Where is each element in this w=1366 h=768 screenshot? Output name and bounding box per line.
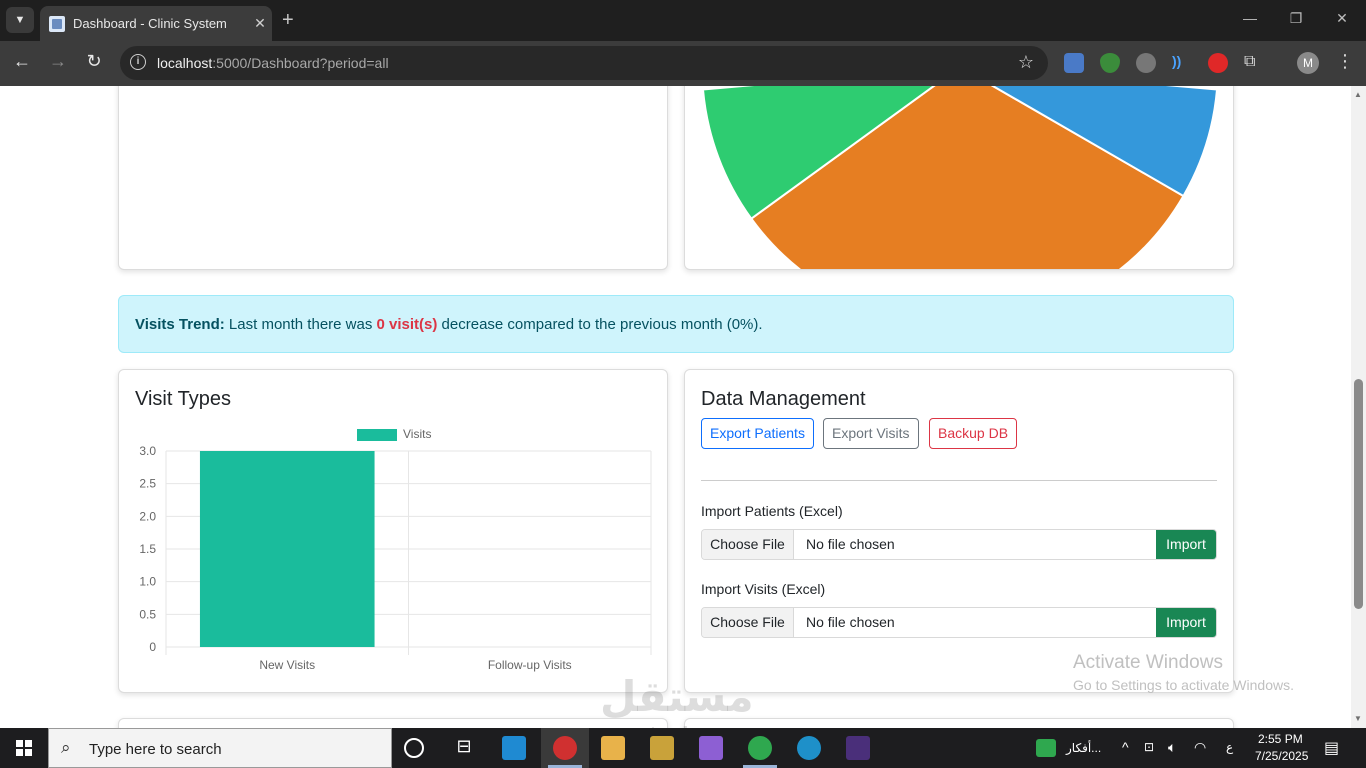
network-tray-icon[interactable]: ⊡	[1144, 740, 1154, 754]
site-info-icon[interactable]: i	[130, 54, 146, 70]
taskbar-search[interactable]: ⌕ Type here to search	[48, 728, 392, 768]
page-content: Visits Trend: Last month there was 0 vis…	[0, 86, 1351, 728]
profile-avatar[interactable]: M	[1297, 52, 1319, 74]
extensions-puzzle-icon[interactable]: ⧉	[1244, 53, 1264, 73]
windows-start-icon[interactable]	[16, 740, 32, 756]
vscode-icon[interactable]	[502, 736, 526, 760]
restore-icon[interactable]: ❐	[1286, 10, 1306, 27]
x-tick-label: Follow-up Visits	[488, 658, 572, 672]
search-icon: ⌕	[61, 738, 71, 757]
choose-file-button[interactable]: Choose File	[702, 530, 794, 559]
tray-app-label[interactable]: أفكار...	[1066, 741, 1101, 755]
y-tick-label: 1.5	[139, 542, 156, 556]
import-patients-label: Import Patients (Excel)	[701, 503, 843, 519]
mostaql-logo-watermark: مستقل	[600, 673, 754, 720]
url-text[interactable]: localhost:5000/Dashboard?period=all	[157, 55, 389, 71]
windows-taskbar: ⌕ Type here to search ⊟ أفكار... ^ ⊡ 🔈︎ …	[0, 728, 1366, 768]
bookmark-star-icon[interactable]: ☆	[1018, 52, 1034, 73]
reload-icon[interactable]: ↻	[81, 51, 107, 72]
import-patients-file-input[interactable]: Choose File No file chosen Import	[701, 529, 1217, 560]
tab-search-menu-button[interactable]: ▼	[6, 7, 34, 33]
export-patients-button[interactable]: Export Patients	[701, 418, 814, 449]
bottom-left-card	[118, 718, 668, 728]
scroll-up-icon[interactable]: ▲	[1354, 90, 1362, 99]
file-explorer-icon[interactable]	[601, 736, 625, 760]
forward-icon[interactable]: →	[45, 51, 71, 72]
backup-db-button[interactable]: Backup DB	[929, 418, 1018, 449]
taskbar-search-placeholder: Type here to search	[89, 741, 222, 758]
terminal-icon[interactable]	[846, 736, 870, 760]
browser-toolbar: ← → ↻ i localhost:5000/Dashboard?period=…	[0, 41, 1366, 86]
y-tick-label: 2.0	[139, 509, 156, 523]
browser-tab-strip: ▼ Dashboard - Clinic System ✕ + — ❐ ✕	[0, 0, 1366, 41]
legend-label[interactable]: Visits	[403, 427, 431, 441]
alert-text-after: decrease compared to the previous month …	[437, 316, 763, 333]
file-status-text: No file chosen	[806, 614, 895, 630]
import-visits-file-input[interactable]: Choose File No file chosen Import	[701, 607, 1217, 638]
clock-time[interactable]: 2:55 PM	[1258, 732, 1303, 746]
visits-trend-alert: Visits Trend: Last month there was 0 vis…	[118, 295, 1234, 353]
data-management-card: Data Management Export Patients Export V…	[684, 369, 1234, 693]
app-icon[interactable]	[650, 736, 674, 760]
import-visits-button[interactable]: Import	[1156, 608, 1216, 637]
scroll-thumb[interactable]	[1354, 379, 1363, 609]
close-window-icon[interactable]: ✕	[1332, 10, 1352, 27]
y-tick-label: 1.0	[139, 575, 156, 589]
visit-types-chart: Visits 3.0 2.5 2.0 1.5 1.0 0.5 0 New Visits Follo…	[139, 427, 652, 672]
import-visits-label: Import Visits (Excel)	[701, 581, 826, 597]
pie-chart-card	[684, 86, 1234, 270]
tab-favicon-icon	[49, 15, 65, 32]
task-view-icon[interactable]: ⊟	[452, 736, 476, 760]
page-scrollbar[interactable]: ▲ ▼	[1351, 86, 1366, 728]
alert-text-before: Last month there was	[224, 316, 377, 333]
file-status-text: No file chosen	[806, 536, 895, 552]
y-tick-label: 2.5	[139, 477, 156, 491]
browser-menu-icon[interactable]: ⋮	[1336, 51, 1354, 72]
edge-icon[interactable]	[797, 736, 821, 760]
globe-extension-icon[interactable]	[1136, 53, 1156, 73]
visual-studio-icon[interactable]	[699, 736, 723, 760]
activate-windows-subtitle: Go to Settings to activate Windows.	[1073, 677, 1294, 693]
back-icon[interactable]: ←	[9, 51, 35, 72]
wifi-icon[interactable]: ◠	[1194, 739, 1206, 756]
tab-title: Dashboard - Clinic System	[73, 16, 227, 31]
minimize-icon[interactable]: —	[1240, 10, 1260, 26]
signal-extension-icon[interactable]: ))	[1172, 53, 1192, 73]
scroll-down-icon[interactable]: ▼	[1354, 714, 1362, 723]
alert-highlight: 0 visit(s)	[376, 316, 438, 333]
import-patients-button[interactable]: Import	[1156, 530, 1216, 559]
volume-icon[interactable]: 🔈︎	[1168, 739, 1176, 756]
legend-swatch[interactable]	[357, 429, 397, 441]
shield-extension-icon[interactable]	[1100, 53, 1120, 73]
tray-app-icon[interactable]	[1036, 739, 1056, 757]
tab-close-icon[interactable]: ✕	[248, 15, 272, 32]
x-tick-label: New Visits	[259, 658, 315, 672]
visit-types-card: Visit Types Visits 3.0 2.5 2.0 1.5 1.0 0.5 0 New…	[118, 369, 668, 693]
address-bar[interactable]: i localhost:5000/Dashboard?period=all ☆	[120, 46, 1048, 80]
chrome-icon[interactable]	[748, 736, 772, 760]
choose-file-button[interactable]: Choose File	[702, 608, 794, 637]
tray-chevron-icon[interactable]: ^	[1122, 739, 1129, 755]
y-tick-label: 0	[149, 640, 156, 654]
activate-windows-title: Activate Windows	[1073, 652, 1223, 673]
bottom-right-card	[684, 718, 1234, 728]
y-tick-label: 0.5	[139, 607, 156, 621]
top-left-card	[118, 86, 668, 270]
clock-date[interactable]: 7/25/2025	[1255, 749, 1308, 763]
export-visits-button[interactable]: Export Visits	[823, 418, 919, 449]
new-tab-icon[interactable]: +	[282, 9, 294, 32]
pie-chart-svg	[701, 86, 1219, 269]
language-indicator[interactable]: ع	[1226, 740, 1233, 754]
bar-new-visits[interactable]	[199, 451, 375, 647]
data-management-title: Data Management	[701, 388, 866, 410]
red-extension-icon[interactable]	[1208, 53, 1228, 73]
active-tab[interactable]: Dashboard - Clinic System ✕	[40, 6, 272, 41]
cortana-icon[interactable]	[404, 738, 424, 758]
divider	[701, 480, 1217, 481]
translate-extension-icon[interactable]	[1064, 53, 1084, 73]
alert-label: Visits Trend:	[135, 316, 225, 333]
notifications-icon[interactable]: ▤	[1324, 738, 1339, 758]
y-tick-label: 3.0	[139, 444, 156, 458]
active-app-icon[interactable]	[553, 736, 577, 760]
